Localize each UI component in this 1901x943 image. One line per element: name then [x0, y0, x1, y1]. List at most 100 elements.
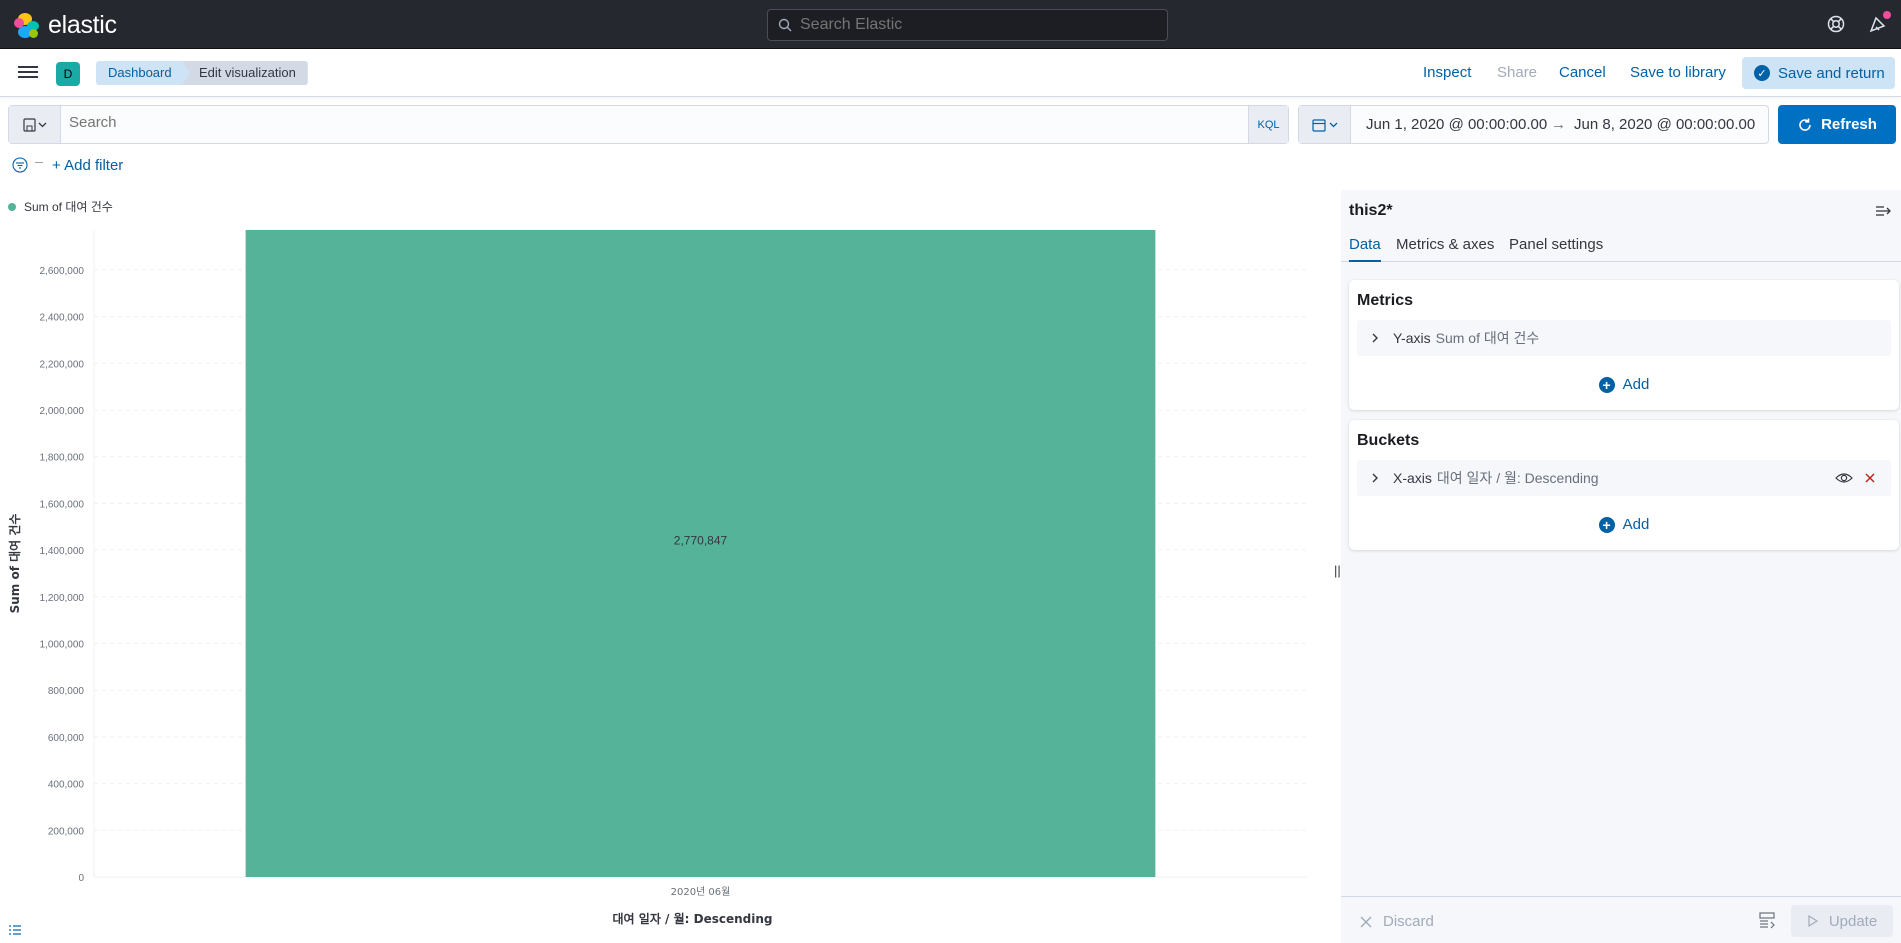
newsfeed-icon[interactable] [1868, 11, 1891, 34]
tab-data[interactable]: Data [1349, 236, 1381, 262]
y-tick-label: 2,200,000 [40, 359, 85, 370]
buckets-title: Buckets [1357, 432, 1420, 449]
visualization-chart: 0 200,000 400,000 600,000 800,000 1,000,000 1,… [0, 190, 1333, 943]
y-tick-label: 1,800,000 [40, 453, 85, 464]
y-tick-label: 0 [78, 873, 84, 884]
add-metric-button[interactable]: + Add [1349, 376, 1899, 393]
space-avatar[interactable]: D [56, 62, 80, 86]
remove-aggregation-icon[interactable] [1863, 470, 1881, 486]
y-tick-label: 2,600,000 [40, 266, 85, 277]
global-search-input[interactable] [800, 16, 1140, 34]
save-to-library-button[interactable]: Save to library [1630, 64, 1726, 81]
cancel-button[interactable]: Cancel [1559, 64, 1606, 81]
end-date[interactable]: Jun 8, 2020 @ 00:00:00.00 [1574, 116, 1755, 133]
refresh-icon [1799, 118, 1811, 131]
resize-grip-icon: || [1334, 563, 1341, 578]
add-bucket-label: Add [1622, 516, 1650, 533]
filter-separator [35, 162, 43, 163]
y-axis-aggregation[interactable]: Y-axis Sum of 대여 건수 [1357, 320, 1891, 356]
close-icon [1360, 916, 1372, 927]
discard-button[interactable]: Discard [1359, 913, 1434, 930]
auto-apply-toggle-icon[interactable] [1759, 911, 1777, 929]
legend-label: Sum of 대여 건수 [24, 200, 113, 214]
x-tick-label: 2020년 06월 [671, 886, 731, 898]
add-bucket-button[interactable]: + Add [1349, 516, 1899, 533]
y-tick-label: 1,600,000 [40, 499, 85, 510]
collapse-sidebar-icon[interactable] [1875, 204, 1893, 220]
y-tick-label: 1,400,000 [40, 546, 85, 557]
query-input[interactable] [69, 114, 1249, 131]
breadcrumb-dashboard[interactable]: Dashboard [96, 61, 194, 85]
save-icon [22, 117, 46, 132]
add-filter-button[interactable]: + Add filter [52, 157, 123, 174]
date-arrow-icon: → [1551, 116, 1566, 133]
y-tick-label: 1,200,000 [40, 593, 85, 604]
x-axis-label: X-axis [1393, 470, 1432, 486]
discard-label: Discard [1383, 913, 1434, 930]
notification-badge [1883, 11, 1891, 19]
legend-color-dot [8, 202, 16, 211]
play-icon [1808, 915, 1818, 927]
filter-menu-icon[interactable] [12, 157, 28, 173]
chevron-right-icon [1372, 333, 1378, 343]
update-label: Update [1828, 912, 1878, 930]
visualization-title: this2* [1349, 202, 1393, 219]
query-bar: KQL [8, 105, 1289, 144]
y-tick-label: 2,000,000 [40, 406, 85, 417]
help-icon[interactable] [1826, 14, 1846, 34]
menu-toggle-button[interactable] [18, 63, 38, 83]
quick-date-menu-button[interactable] [1299, 106, 1351, 143]
metrics-panel: Metrics Y-axis Sum of 대여 건수 + Add [1349, 280, 1899, 410]
start-date[interactable]: Jun 1, 2020 @ 00:00:00.00 [1366, 116, 1547, 133]
y-tick-label: 600,000 [48, 733, 85, 744]
breadcrumb-edit-visualization: Edit visualization [182, 61, 308, 85]
refresh-button[interactable]: Refresh [1778, 105, 1896, 144]
add-metric-label: Add [1622, 376, 1650, 393]
x-axis-aggregation[interactable]: X-axis 대여 일자 / 월: Descending [1357, 460, 1891, 496]
y-tick-label: 1,000,000 [40, 639, 85, 650]
elastic-logo-icon [14, 12, 40, 39]
calendar-icon [1311, 118, 1337, 132]
app-bar: D Dashboard Edit visualization Inspect S… [0, 49, 1901, 97]
y-tick-label: 200,000 [48, 826, 85, 837]
editor-tabs: Data Metrics & axes Panel settings [1341, 230, 1901, 262]
tab-panel-settings[interactable]: Panel settings [1509, 236, 1603, 260]
elastic-logo[interactable]: elastic [14, 11, 117, 40]
editor-footer: Discard Update [1341, 896, 1901, 943]
global-header: elastic [0, 0, 1901, 49]
y-axis-label: Y-axis [1393, 330, 1431, 346]
refresh-label: Refresh [1821, 116, 1877, 133]
date-picker: Jun 1, 2020 @ 00:00:00.00 → Jun 8, 2020 … [1298, 105, 1769, 144]
logo-text: elastic [48, 11, 117, 39]
legend-item[interactable]: Sum of 대여 건수 [8, 198, 113, 215]
query-language-button[interactable]: KQL [1248, 106, 1288, 143]
legend-toggle-icon[interactable] [8, 923, 24, 939]
saved-query-button[interactable] [9, 106, 61, 143]
bar-data-label: 2,770,847 [674, 534, 728, 548]
editor-sidebar: this2* Data Metrics & axes Panel setting… [1341, 190, 1901, 943]
chevron-right-icon [1372, 473, 1378, 483]
check-icon: ✓ [1754, 65, 1770, 81]
search-icon [778, 18, 792, 32]
y-tick-label: 400,000 [48, 780, 85, 791]
plus-icon: + [1598, 376, 1615, 393]
panel-resize-handle[interactable]: || [1333, 190, 1341, 943]
update-button[interactable]: Update [1791, 905, 1893, 937]
bar-chart: 0 200,000 400,000 600,000 800,000 1,000,000 1,… [7, 230, 1307, 926]
save-and-return-label: Save and return [1778, 64, 1885, 82]
y-axis-description: Sum of 대여 건수 [1435, 330, 1540, 346]
tab-metrics-axes[interactable]: Metrics & axes [1396, 236, 1494, 260]
save-and-return-button[interactable]: ✓ Save and return [1742, 57, 1895, 89]
y-tick-label: 800,000 [48, 686, 85, 697]
y-tick-label: 2,400,000 [40, 313, 85, 324]
toggle-visibility-icon[interactable] [1835, 470, 1853, 486]
global-search[interactable] [767, 9, 1168, 41]
inspect-button[interactable]: Inspect [1423, 64, 1471, 81]
metrics-title: Metrics [1357, 292, 1414, 309]
buckets-panel: Buckets X-axis 대여 일자 / 월: Descending + A… [1349, 420, 1899, 550]
bar [245, 230, 1156, 877]
x-axis-title: 대여 일자 / 월: Descending [613, 911, 773, 926]
plus-icon: + [1598, 516, 1615, 533]
x-axis-description: 대여 일자 / 월: Descending [1436, 470, 1599, 486]
share-button[interactable]: Share [1497, 64, 1537, 81]
